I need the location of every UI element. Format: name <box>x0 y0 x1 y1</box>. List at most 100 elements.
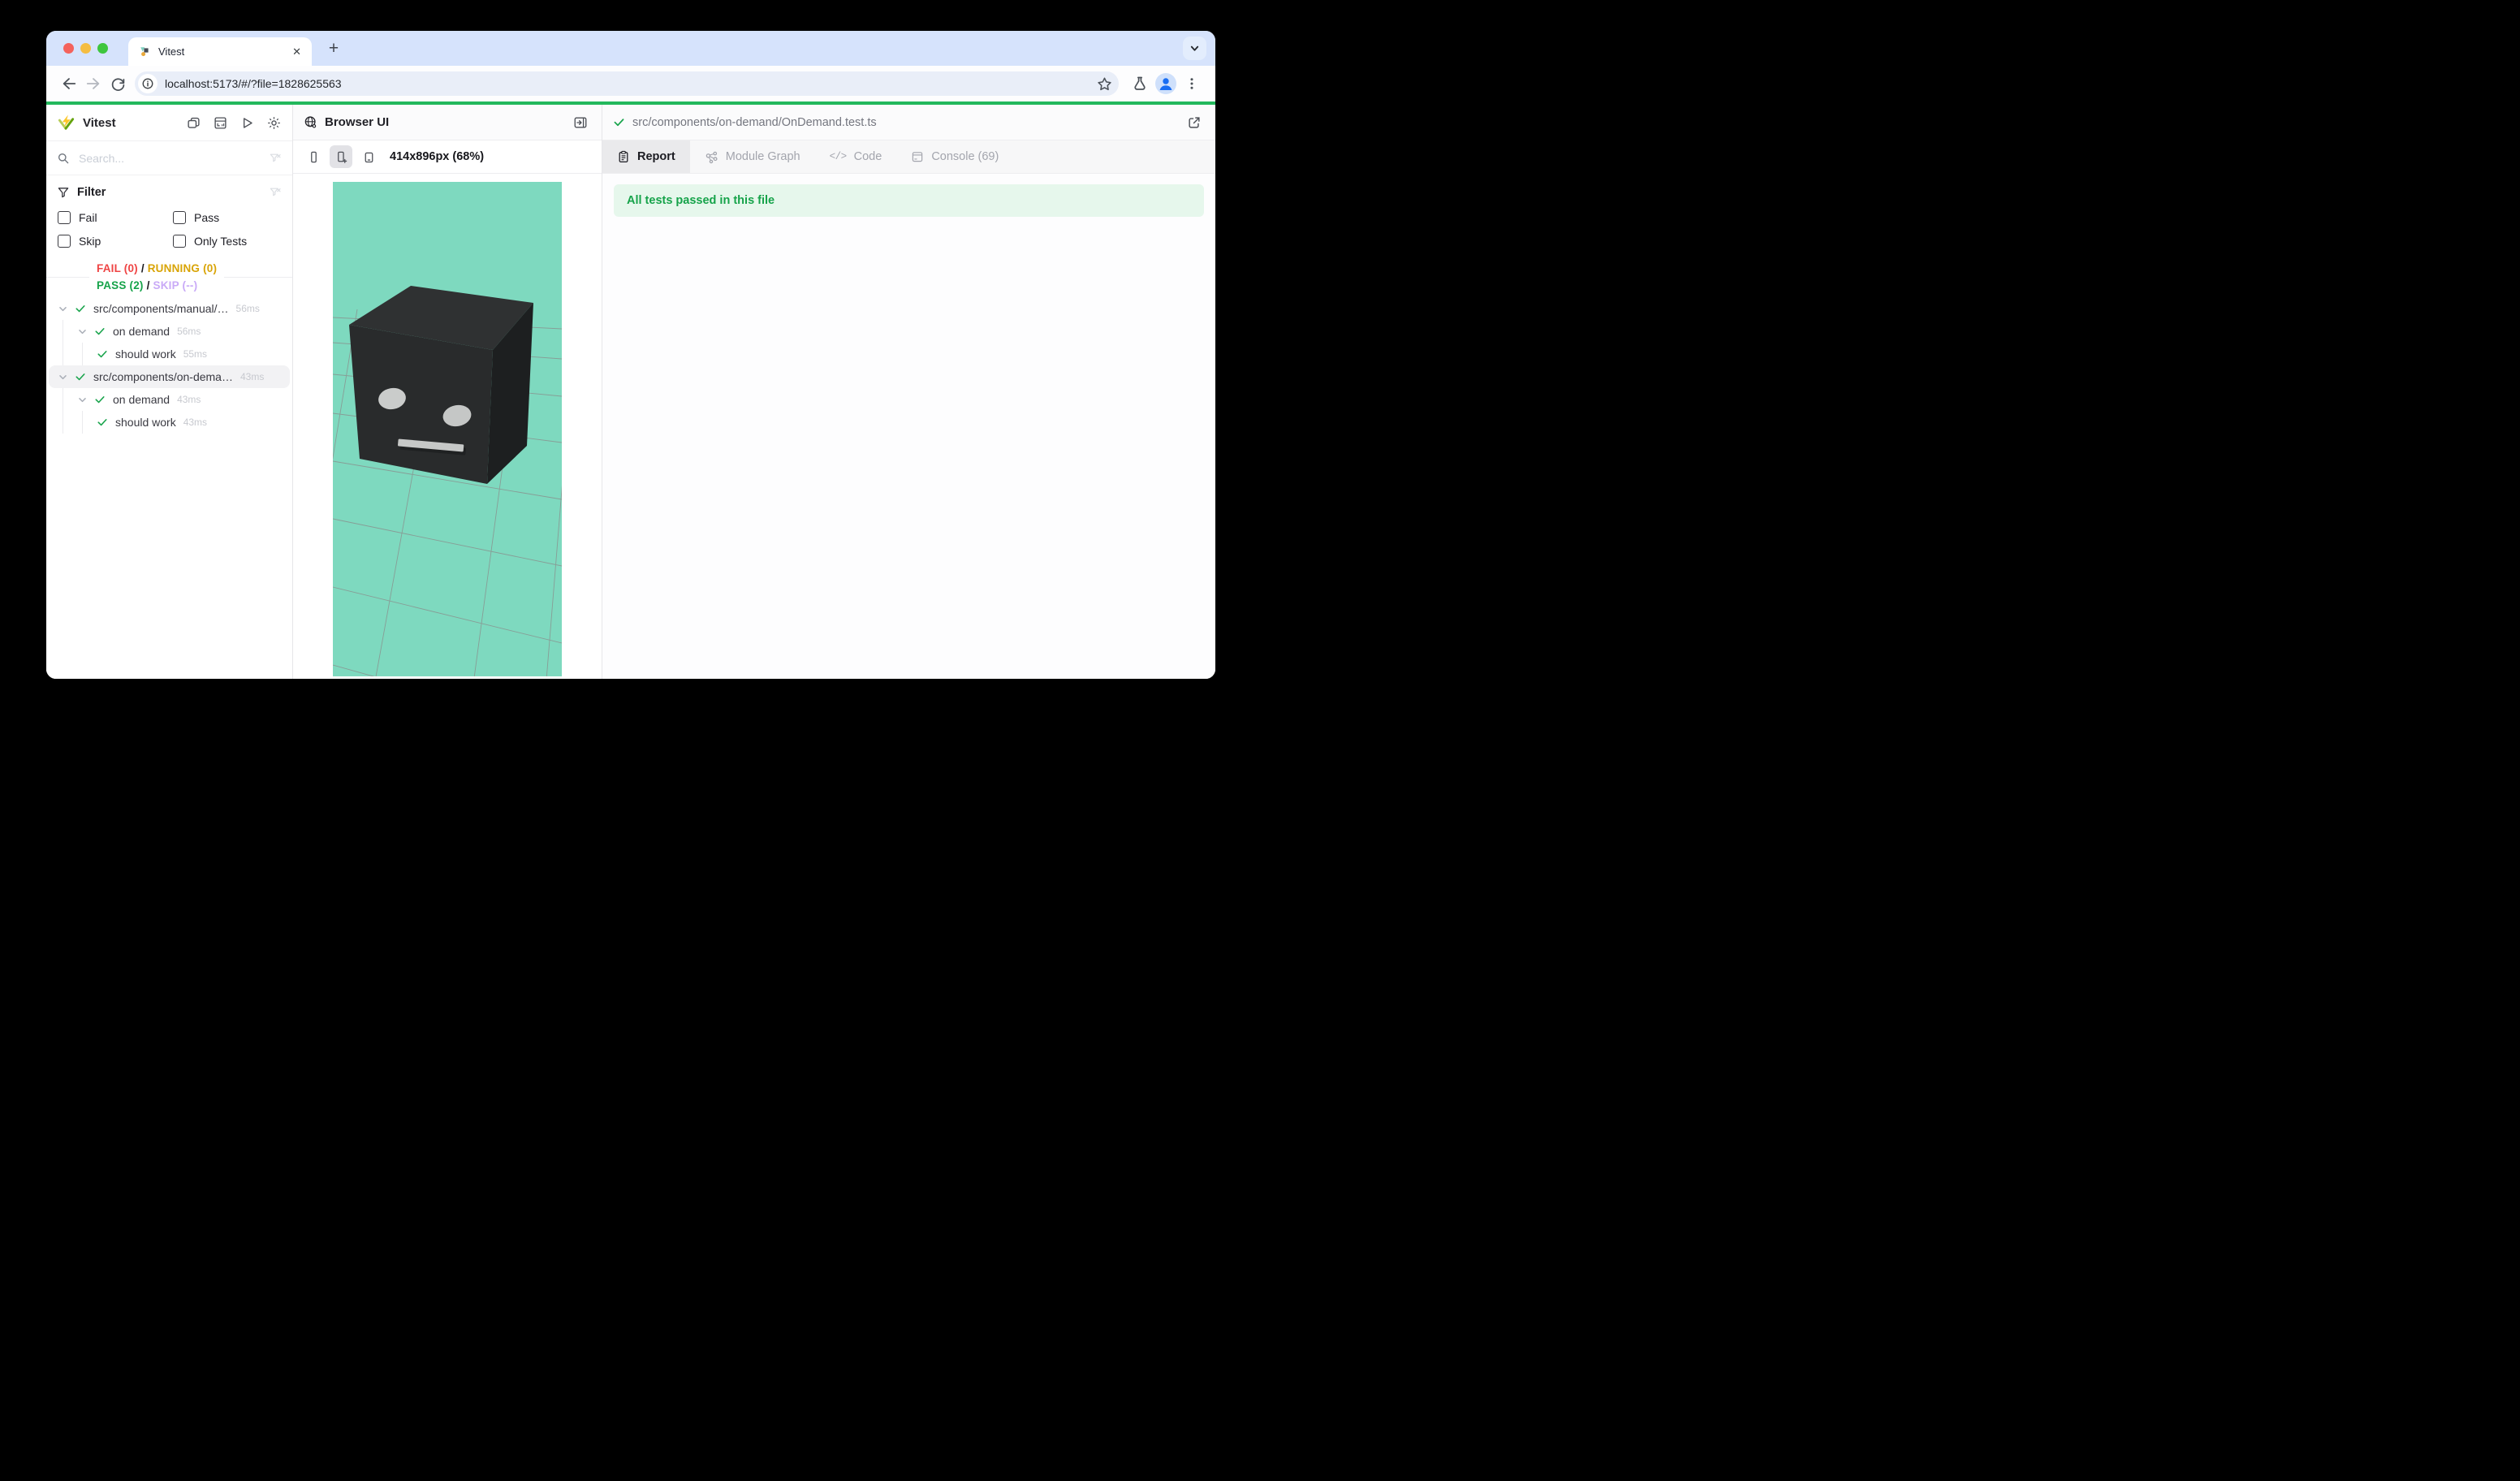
filter-option-only-tests[interactable]: Only Tests <box>173 235 282 248</box>
zoom-window-button[interactable] <box>97 43 108 54</box>
forward-arrow-icon <box>85 76 101 92</box>
run-all-tests-icon[interactable] <box>239 114 255 131</box>
checkbox-pass[interactable] <box>173 211 186 224</box>
labs-flask-icon[interactable] <box>1127 71 1153 97</box>
reload-button[interactable] <box>106 71 130 96</box>
pass-check-icon <box>75 371 86 382</box>
test-suite-row[interactable]: on demand 43ms <box>49 388 290 411</box>
vitest-favicon-icon <box>138 45 151 58</box>
chevron-down-icon[interactable] <box>77 395 88 405</box>
forward-button[interactable] <box>81 71 106 96</box>
minimize-window-button[interactable] <box>80 43 91 54</box>
sidebar-header: Vitest <box>46 105 292 141</box>
filter-option-pass[interactable]: Pass <box>173 211 282 224</box>
checkbox-only-tests[interactable] <box>173 235 186 248</box>
duration: 43ms <box>183 417 207 428</box>
browser-tab-vitest[interactable]: Vitest ✕ <box>128 37 312 66</box>
test-summary: FAIL (0) / RUNNING (0) PASS (2) / SKIP (… <box>46 260 292 296</box>
clear-search-filter-icon[interactable] <box>269 152 282 165</box>
duration: 56ms <box>177 326 201 337</box>
tab-code[interactable]: </> Code <box>815 140 897 173</box>
report-tabs: Report Module Graph </> Code Console <box>602 140 1215 174</box>
filter-section: Filter Fail Pass <box>46 175 292 250</box>
skip-count: SKIP (--) <box>153 279 197 291</box>
close-tab-icon[interactable]: ✕ <box>290 44 304 59</box>
new-tab-button[interactable]: + <box>322 37 345 60</box>
duration: 56ms <box>236 303 260 314</box>
tab-strip: Vitest ✕ + <box>46 31 1215 66</box>
chevron-down-icon[interactable] <box>77 326 88 337</box>
code-icon: </> <box>830 151 847 162</box>
test-case-row[interactable]: should work 55ms <box>49 343 290 365</box>
pass-check-icon <box>97 417 108 428</box>
test-case-row[interactable]: should work 43ms <box>49 411 290 434</box>
tab-title: Vitest <box>158 45 290 58</box>
vitest-ui: Vitest <box>46 105 1215 679</box>
search-icon <box>57 152 70 165</box>
pass-check-icon <box>94 394 106 405</box>
browser-ui-panel: Browser UI 414x896px (68%) <box>293 105 602 679</box>
window-controls <box>63 43 108 54</box>
pass-check-icon <box>75 303 86 314</box>
search-input[interactable] <box>77 151 269 166</box>
back-arrow-icon <box>61 76 77 92</box>
filter-option-fail[interactable]: Fail <box>58 211 166 224</box>
theme-toggle-sun-icon[interactable] <box>265 114 282 131</box>
device-phone-small-icon[interactable] <box>302 145 325 168</box>
sidebar: Vitest <box>46 105 293 679</box>
tab-module-graph[interactable]: Module Graph <box>690 140 815 173</box>
clear-filters-icon[interactable] <box>269 186 282 199</box>
checkbox-fail[interactable] <box>58 211 71 224</box>
report-body: All tests passed in this file <box>602 174 1215 679</box>
viewport-size-label: 414x896px (68%) <box>390 150 484 163</box>
vitest-logo-icon <box>57 114 76 132</box>
search-row <box>46 141 292 175</box>
tab-report[interactable]: Report <box>602 140 690 173</box>
duration: 43ms <box>240 371 264 382</box>
device-toolbar: 414x896px (68%) <box>293 140 602 174</box>
dashboard-icon[interactable] <box>212 114 228 131</box>
filter-option-skip[interactable]: Skip <box>58 235 166 248</box>
test-file-row-selected[interactable]: src/components/on-dema… 43ms <box>49 365 290 388</box>
report-panel: src/components/on-demand/OnDemand.test.t… <box>602 105 1215 679</box>
fail-count: FAIL (0) <box>97 262 138 274</box>
filter-title: Filter <box>77 186 261 199</box>
device-tablet-icon[interactable] <box>357 145 380 168</box>
report-clipboard-icon <box>617 150 630 163</box>
chevron-down-icon[interactable] <box>58 304 68 314</box>
close-window-button[interactable] <box>63 43 74 54</box>
all-tests-passed-banner: All tests passed in this file <box>614 184 1204 217</box>
profile-avatar[interactable] <box>1153 71 1179 97</box>
url-bar[interactable]: localhost:5173/#/?file=1828625563 <box>135 71 1119 96</box>
panel-title: Browser UI <box>325 115 389 129</box>
tested-app-iframe[interactable] <box>333 182 562 676</box>
back-button[interactable] <box>57 71 81 96</box>
open-external-icon[interactable] <box>1184 112 1205 133</box>
pass-check-icon <box>94 326 106 337</box>
app-name: Vitest <box>83 116 116 130</box>
tab-search-button[interactable] <box>1183 37 1206 60</box>
url-text: localhost:5173/#/?file=1828625563 <box>165 77 1090 90</box>
browser-menu-icon[interactable] <box>1179 71 1205 97</box>
browser-toolbar: localhost:5173/#/?file=1828625563 <box>46 66 1215 101</box>
running-count: RUNNING (0) <box>148 262 217 274</box>
test-tree: src/components/manual/… 56ms on demand 5… <box>46 296 292 679</box>
collapse-panel-right-icon[interactable] <box>570 112 591 133</box>
pass-count: PASS (2) <box>97 279 144 291</box>
robot-cube <box>349 286 533 484</box>
tab-console[interactable]: Console (69) <box>896 140 1013 173</box>
checkbox-skip[interactable] <box>58 235 71 248</box>
bookmark-star-icon[interactable] <box>1097 76 1112 92</box>
device-phone-plus-icon[interactable] <box>330 145 352 168</box>
ui-windows-icon[interactable] <box>185 114 201 131</box>
chevron-down-icon <box>1189 43 1200 54</box>
file-pass-check-icon <box>613 116 625 128</box>
console-icon <box>911 150 924 163</box>
test-suite-row[interactable]: on demand 56ms <box>49 320 290 343</box>
module-graph-icon <box>705 150 718 164</box>
pass-check-icon <box>97 348 108 360</box>
test-file-row[interactable]: src/components/manual/… 56ms <box>49 297 290 320</box>
chevron-down-icon[interactable] <box>58 372 68 382</box>
duration: 55ms <box>183 348 207 360</box>
site-info-icon[interactable] <box>138 74 158 93</box>
